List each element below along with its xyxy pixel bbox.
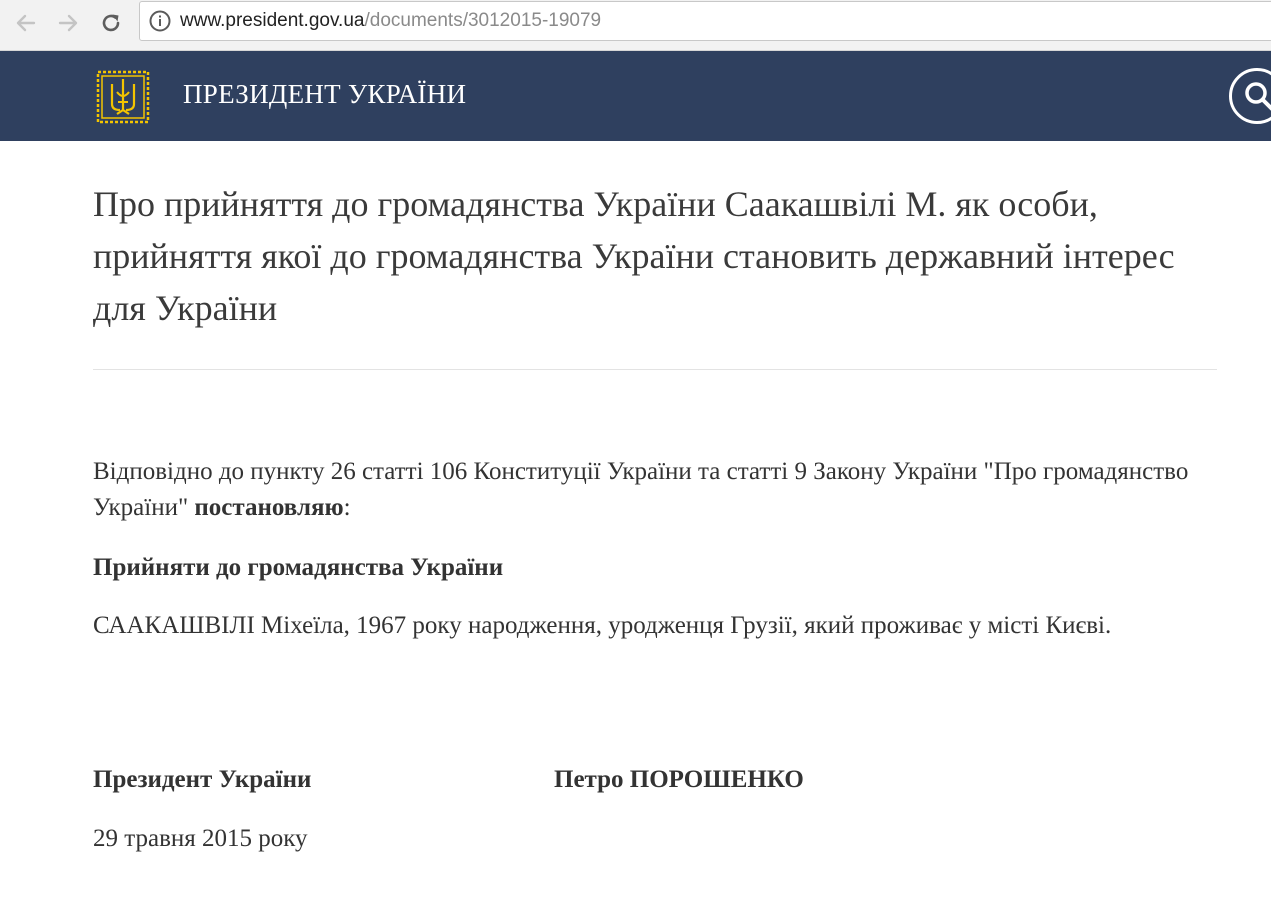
signature-title: Президент України bbox=[93, 766, 312, 793]
site-title[interactable]: ПРЕЗИДЕНТ УКРАЇНИ bbox=[183, 79, 466, 110]
back-button[interactable] bbox=[11, 8, 41, 38]
title-divider bbox=[93, 369, 1217, 370]
intro-bold-word: постановляю bbox=[194, 494, 344, 521]
arrow-left-icon bbox=[16, 14, 36, 32]
reload-icon bbox=[102, 14, 120, 32]
forward-button[interactable] bbox=[53, 8, 83, 38]
intro-paragraph: Відповідно до пункту 26 статті 106 Конст… bbox=[93, 454, 1213, 526]
address-bar[interactable]: www.president.gov.ua/documents/3012015-1… bbox=[139, 1, 1271, 41]
trident-emblem-icon bbox=[96, 70, 150, 124]
site-header: ПРЕЗИДЕНТ УКРАЇНИ bbox=[0, 51, 1271, 141]
person-paragraph: СААКАШВІЛІ Міхеїла, 1967 року народження… bbox=[93, 612, 1112, 639]
url-host: www.president.gov.ua bbox=[180, 10, 365, 31]
arrow-right-icon bbox=[58, 14, 78, 32]
site-logo[interactable] bbox=[96, 70, 150, 124]
document-title: Про прийняття до громадянства України Са… bbox=[93, 184, 1175, 328]
info-circle-icon[interactable] bbox=[148, 9, 172, 33]
search-button[interactable] bbox=[1229, 68, 1271, 124]
signature-name: Петро ПОРОШЕНКО bbox=[554, 766, 804, 793]
reload-button[interactable] bbox=[96, 8, 126, 38]
url-text[interactable]: www.president.gov.ua/documents/3012015-1… bbox=[180, 10, 601, 32]
browser-toolbar: www.president.gov.ua/documents/3012015-1… bbox=[0, 0, 1271, 51]
search-icon bbox=[1245, 82, 1271, 111]
resolution-heading: Прийняти до громадянства України bbox=[93, 554, 504, 581]
intro-tail: : bbox=[343, 494, 351, 521]
url-path: /documents/3012015-19079 bbox=[364, 10, 602, 31]
document-date: 29 травня 2015 року bbox=[93, 825, 308, 852]
